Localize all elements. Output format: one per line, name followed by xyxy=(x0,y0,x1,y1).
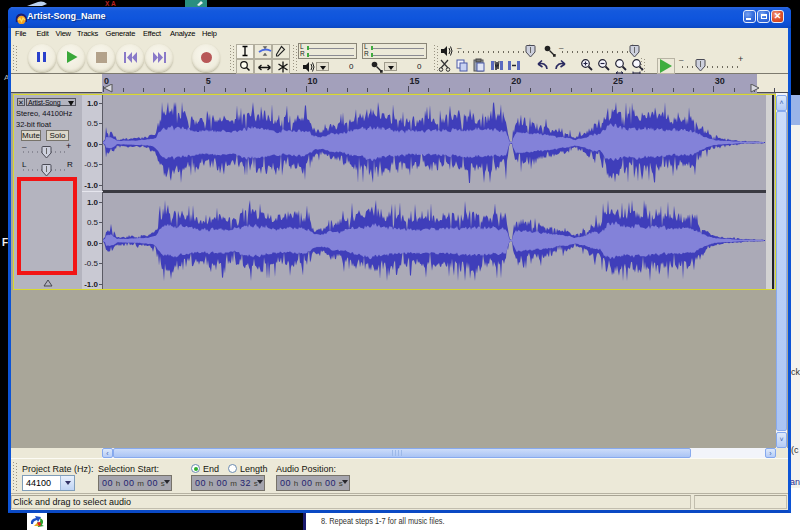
svg-text:X A: X A xyxy=(105,0,116,7)
